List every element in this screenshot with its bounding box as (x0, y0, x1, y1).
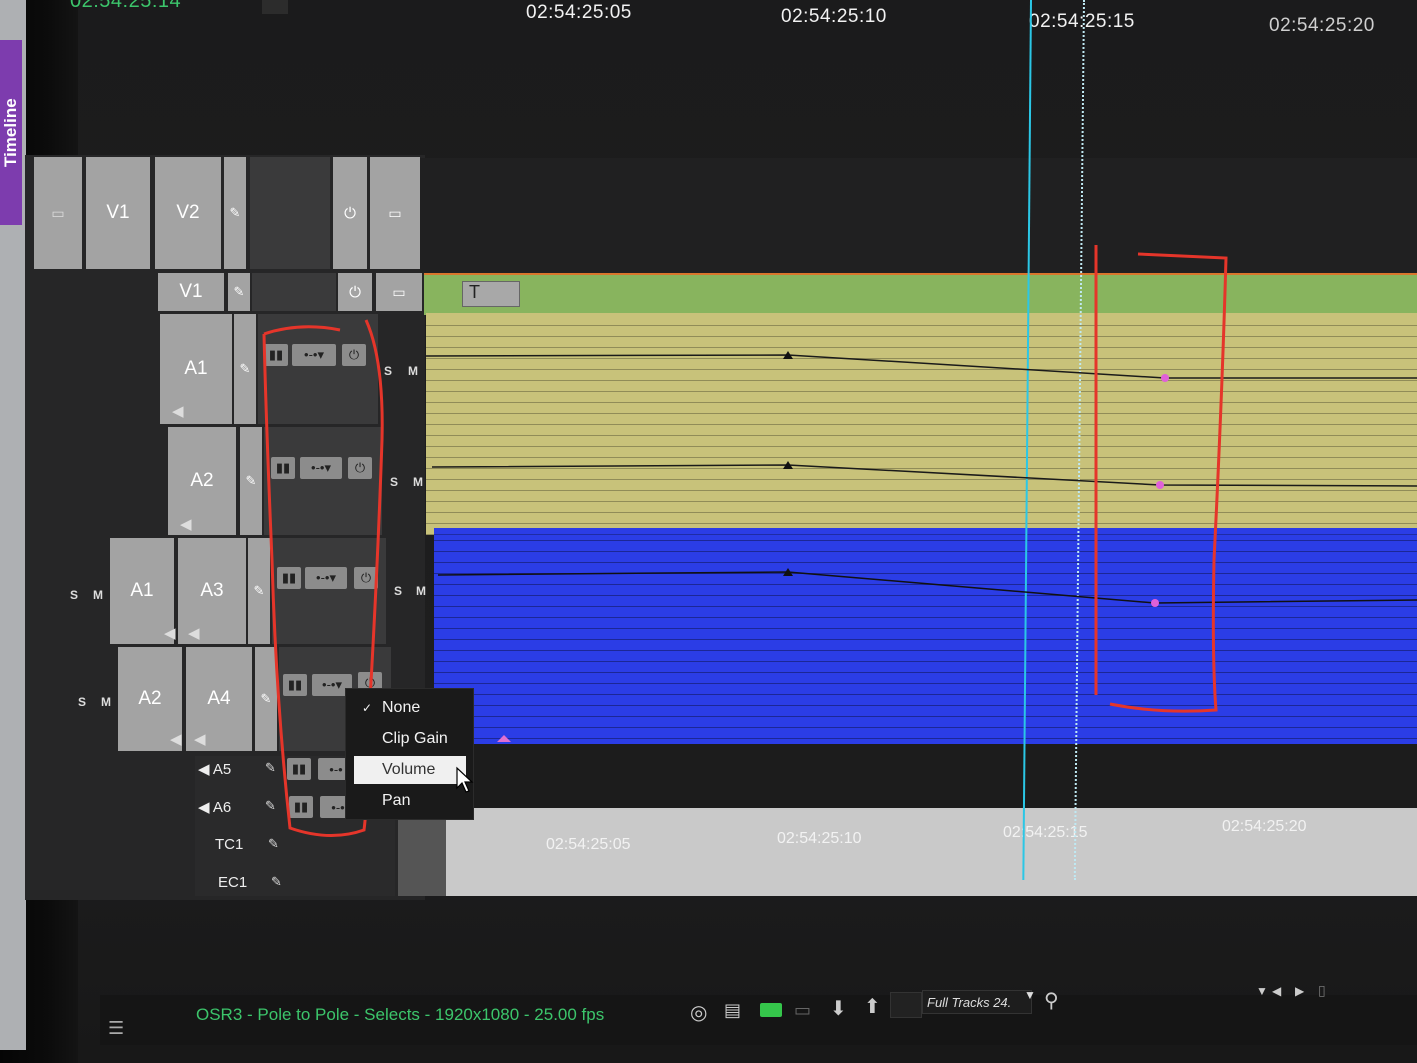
keyframe-marker-selected (1151, 599, 1159, 607)
green-status-icon[interactable] (760, 1003, 782, 1017)
track-preset-dropdown[interactable]: Full Tracks 24. (922, 990, 1032, 1014)
display-icon[interactable]: ▭ (794, 1000, 811, 1021)
next-icon[interactable]: ▶ (1295, 984, 1304, 998)
chevron-down-icon[interactable]: ▼ (1256, 984, 1268, 998)
marker-icon (497, 735, 511, 742)
track-selector-box[interactable] (890, 992, 922, 1018)
mouse-cursor-icon (456, 766, 474, 793)
menu-item-pan[interactable]: Pan (354, 787, 466, 815)
red-annotation-right (1094, 245, 1228, 713)
target-icon[interactable]: ◎ (690, 1000, 707, 1025)
menu-item-none[interactable]: ✓ None (354, 694, 466, 722)
menu-label: None (382, 699, 421, 716)
volume-keyframes (262, 245, 1417, 838)
menu-label: Volume (382, 761, 436, 778)
menu-label: Clip Gain (382, 730, 448, 747)
menu-label: Pan (382, 792, 411, 809)
menu-item-volume[interactable]: Volume (354, 756, 466, 784)
chevron-down-icon[interactable]: ▼ (1024, 988, 1036, 1002)
volume-line-a2 (431, 464, 1417, 487)
up-arrow-icon[interactable]: ⬆ (864, 994, 881, 1019)
keyframe-marker-selected (1156, 481, 1164, 489)
down-arrow-icon[interactable]: ⬇ (830, 996, 847, 1021)
keyframe-marker-selected (1161, 374, 1169, 382)
previous-icon[interactable]: ◀ (1272, 984, 1281, 998)
volume-line-a1 (425, 354, 1417, 379)
sequence-info: OSR3 - Pole to Pole - Selects - 1920x108… (196, 1005, 605, 1024)
layout-icon[interactable]: ▤ (724, 1000, 741, 1021)
menu-icon[interactable]: ☰ (108, 1018, 136, 1038)
volume-line-a3 (437, 571, 1417, 604)
clip-display-menu: ✓ None Clip Gain Volume Pan (345, 688, 474, 820)
checkmark-icon: ✓ (362, 701, 373, 715)
clip-icon[interactable]: ▯ (1318, 982, 1326, 999)
menu-item-clip-gain[interactable]: Clip Gain (354, 725, 466, 753)
search-icon[interactable]: ⚲ (1044, 988, 1059, 1013)
preset-label: Full Tracks 24. (927, 994, 1012, 1010)
